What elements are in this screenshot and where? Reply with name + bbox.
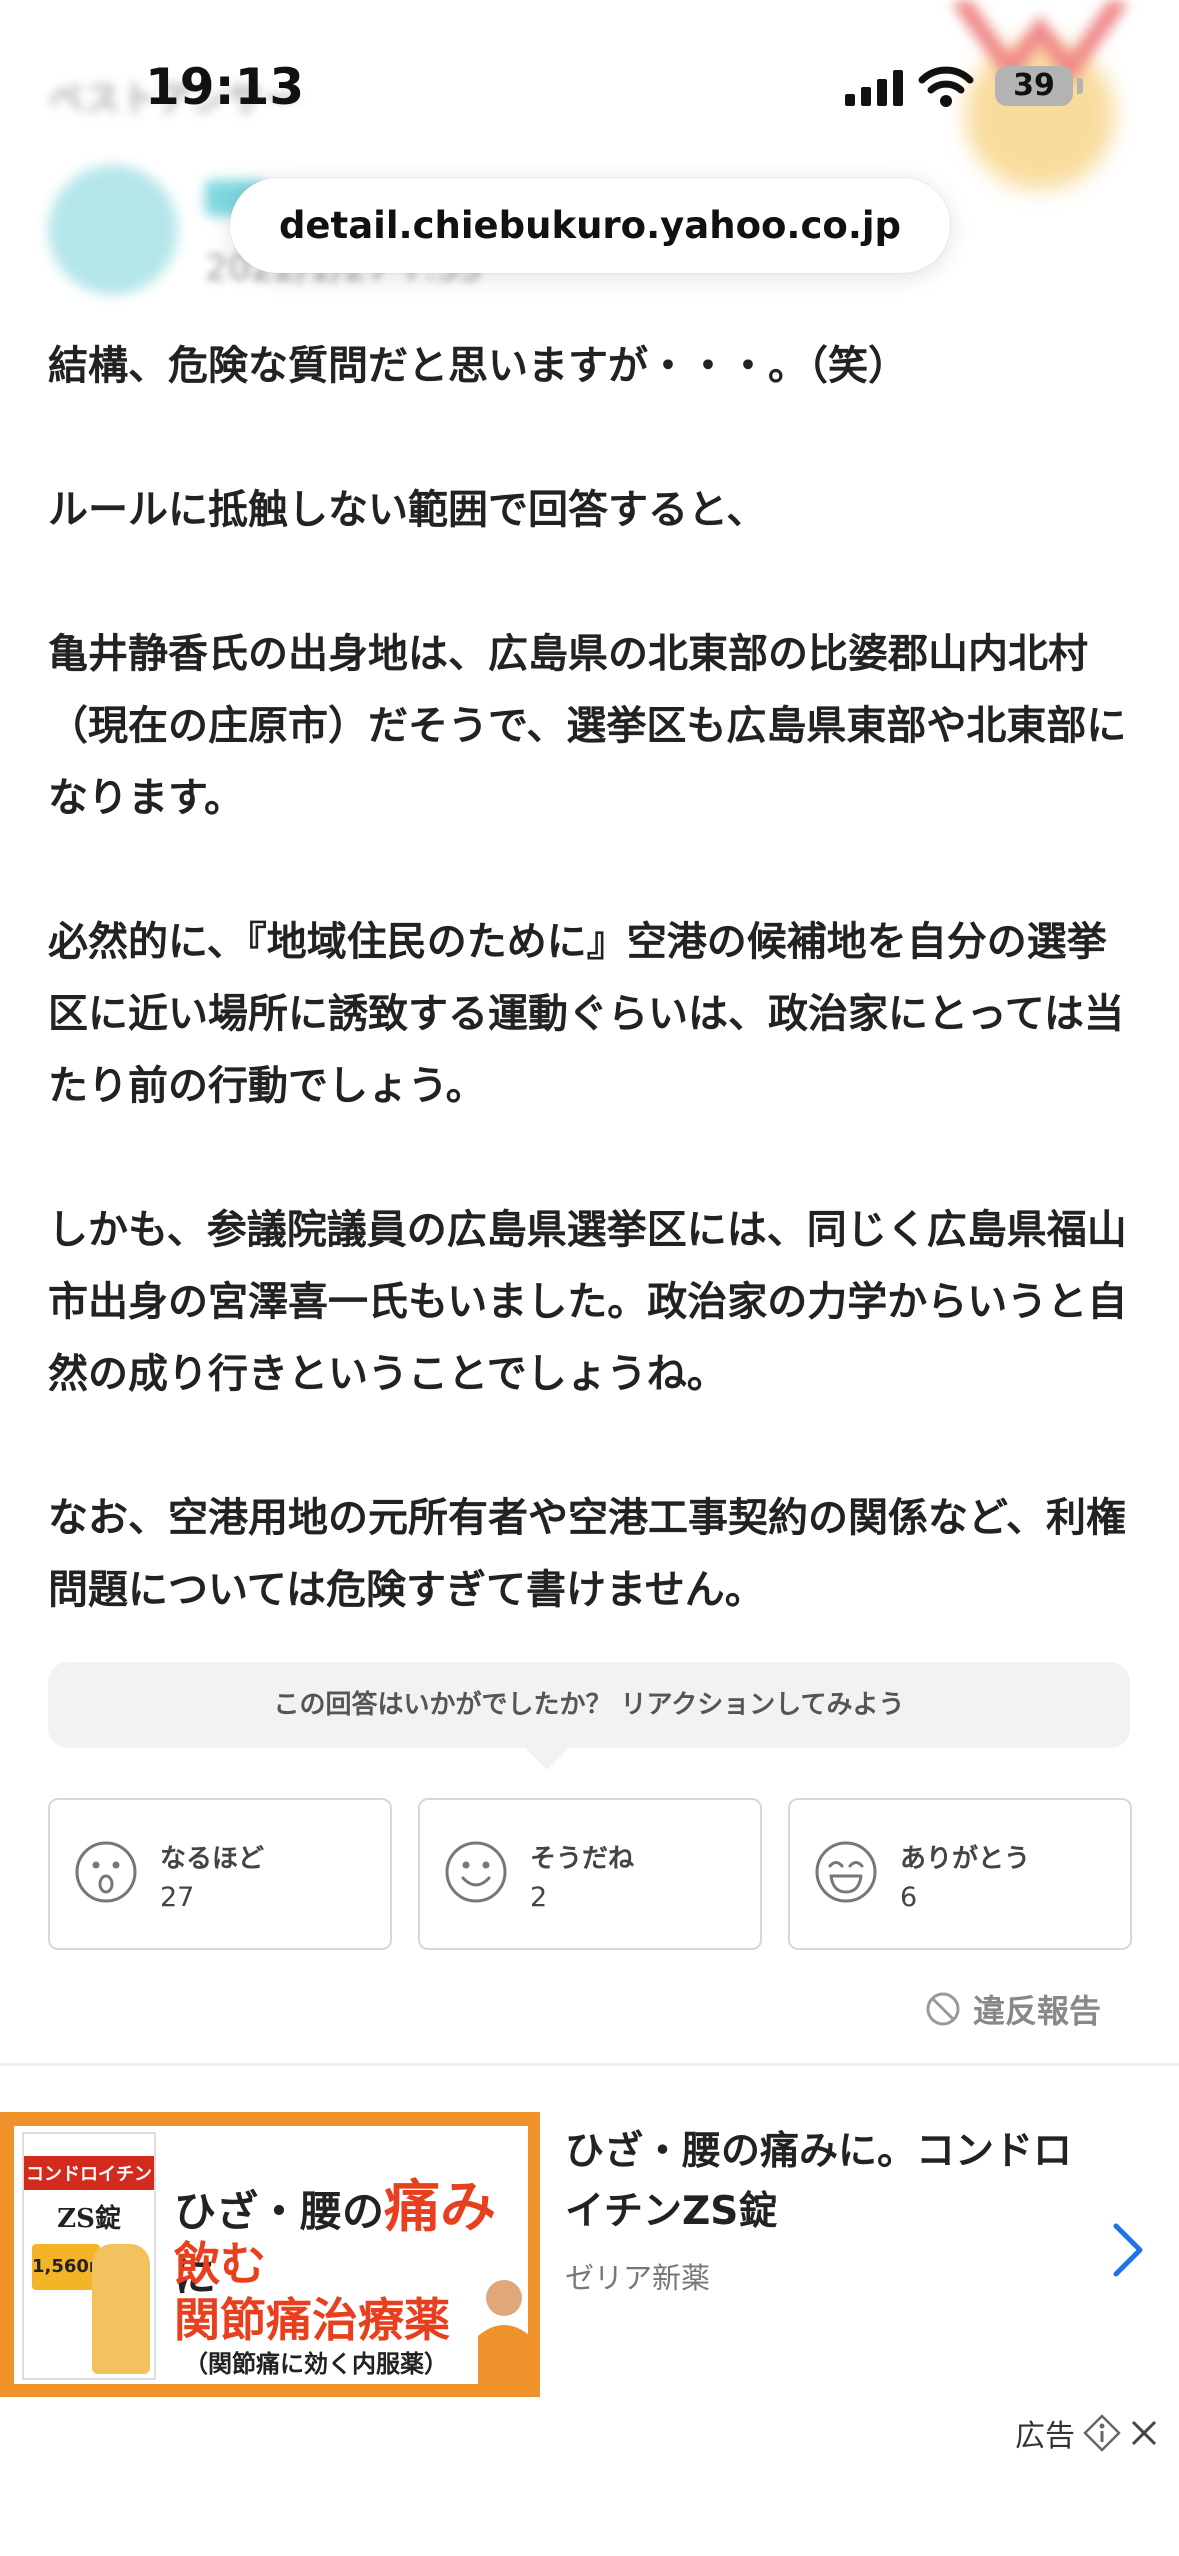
ad-headline-big: 痛み bbox=[384, 2175, 497, 2240]
grin-face-icon bbox=[815, 1841, 877, 1903]
reaction-buttons: なるほど 27 そうだね 2 ありがとう 6 bbox=[48, 1798, 1132, 1950]
report-label: 違反報告 bbox=[973, 1992, 1102, 2030]
answer-paragraph: 結構、危険な質問だと思いますが・・・。（笑） bbox=[48, 343, 908, 389]
package-subtitle: ZS錠 bbox=[57, 2204, 121, 2234]
ad-title[interactable]: ひざ・腰の痛みに。コンドロイチンZS錠 bbox=[565, 2122, 1085, 2242]
ad-label-row: 広告 bbox=[1015, 2408, 1159, 2458]
ad-headline-pre: ひざ・腰の bbox=[174, 2187, 385, 2236]
reaction-count: 2 bbox=[530, 1882, 548, 1913]
reaction-label: そうだね bbox=[530, 1844, 635, 1874]
person-icon bbox=[478, 2280, 530, 2384]
ad-line2: 飲む bbox=[174, 2237, 266, 2291]
ad-subheadline: 飲む 関節痛治療薬 bbox=[174, 2236, 450, 2348]
smile-face-icon bbox=[445, 1841, 507, 1903]
package-title: コンドロイチン bbox=[26, 2164, 152, 2185]
ad-choices-icon[interactable] bbox=[1083, 2414, 1121, 2452]
section-divider bbox=[0, 2063, 1179, 2066]
battery-level: 39 bbox=[1013, 68, 1055, 103]
status-time: 19:13 bbox=[145, 58, 305, 116]
reaction-count: 27 bbox=[160, 1882, 195, 1913]
ad-line3: 関節痛治療薬 bbox=[174, 2293, 450, 2347]
close-icon[interactable] bbox=[1129, 2418, 1159, 2448]
reaction-prompt: この回答はいかがでしたか？ リアクションしてみよう bbox=[48, 1662, 1130, 1748]
cellular-signal-icon bbox=[845, 70, 905, 106]
reaction-label: ありがとう bbox=[900, 1844, 1031, 1874]
answer-paragraph: しかも、参議院議員の広島県選挙区には、同じく広島県福山市出身の宮澤喜一氏もいまし… bbox=[48, 1207, 1128, 1397]
wifi-icon bbox=[918, 66, 974, 107]
chevron-right-icon[interactable] bbox=[1110, 2220, 1146, 2280]
prohibited-icon bbox=[926, 1992, 960, 2026]
ad-label: 広告 bbox=[1015, 2419, 1075, 2454]
reaction-label: なるほど bbox=[160, 1844, 265, 1874]
battery-cap bbox=[1077, 78, 1083, 94]
answer-body: 結構、危険な質問だと思いますが・・・。（笑） ルールに抵触しない範囲で回答すると… bbox=[48, 330, 1138, 1698]
ad-image[interactable]: コンドロイチン ZS錠 1,560mg ひざ・腰の痛みに 飲む 関節痛治療薬 （… bbox=[0, 2112, 540, 2397]
reaction-arigatou-button[interactable]: ありがとう 6 bbox=[788, 1798, 1132, 1950]
url-bar[interactable]: detail.chiebukuro.yahoo.co.jp bbox=[230, 178, 950, 273]
avatar bbox=[48, 165, 178, 295]
prompt-tail bbox=[525, 1748, 569, 1770]
answer-paragraph: 必然的に、『地域住民のために』空港の候補地を自分の選挙区に近い場所に誘致する運動… bbox=[48, 919, 1124, 1109]
answer-paragraph: ルールに抵触しない範囲で回答すると、 bbox=[48, 487, 767, 533]
report-button[interactable]: 違反報告 bbox=[925, 1985, 1101, 2033]
answer-paragraph: なお、空港用地の元所有者や空港工事契約の関係など、利権問題については危険すぎて書… bbox=[48, 1495, 1126, 1613]
package-amount: 1,560mg bbox=[32, 2244, 121, 2290]
product-package: コンドロイチン ZS錠 1,560mg bbox=[22, 2132, 156, 2380]
knee-figure-icon bbox=[92, 2244, 150, 2374]
blurred-header: ベストアンサー 2022/1/27 7:33 bbox=[0, 0, 1179, 330]
reaction-soudane-button[interactable]: そうだね 2 bbox=[418, 1798, 762, 1950]
surprised-face-icon bbox=[75, 1841, 137, 1903]
reaction-naruhodo-button[interactable]: なるほど 27 bbox=[48, 1798, 392, 1950]
ad-sponsor: ゼリア新薬 bbox=[565, 2261, 711, 2295]
reaction-count: 6 bbox=[900, 1882, 918, 1913]
ad-image-inner: コンドロイチン ZS錠 1,560mg ひざ・腰の痛みに 飲む 関節痛治療薬 （… bbox=[14, 2126, 530, 2384]
answer-paragraph: 亀井静香氏の出身地は、広島県の北東部の比婆郡山内北村（現在の庄原市）だそうで、選… bbox=[48, 631, 1127, 821]
ad-note: （関節痛に効く内服薬） bbox=[184, 2350, 448, 2378]
